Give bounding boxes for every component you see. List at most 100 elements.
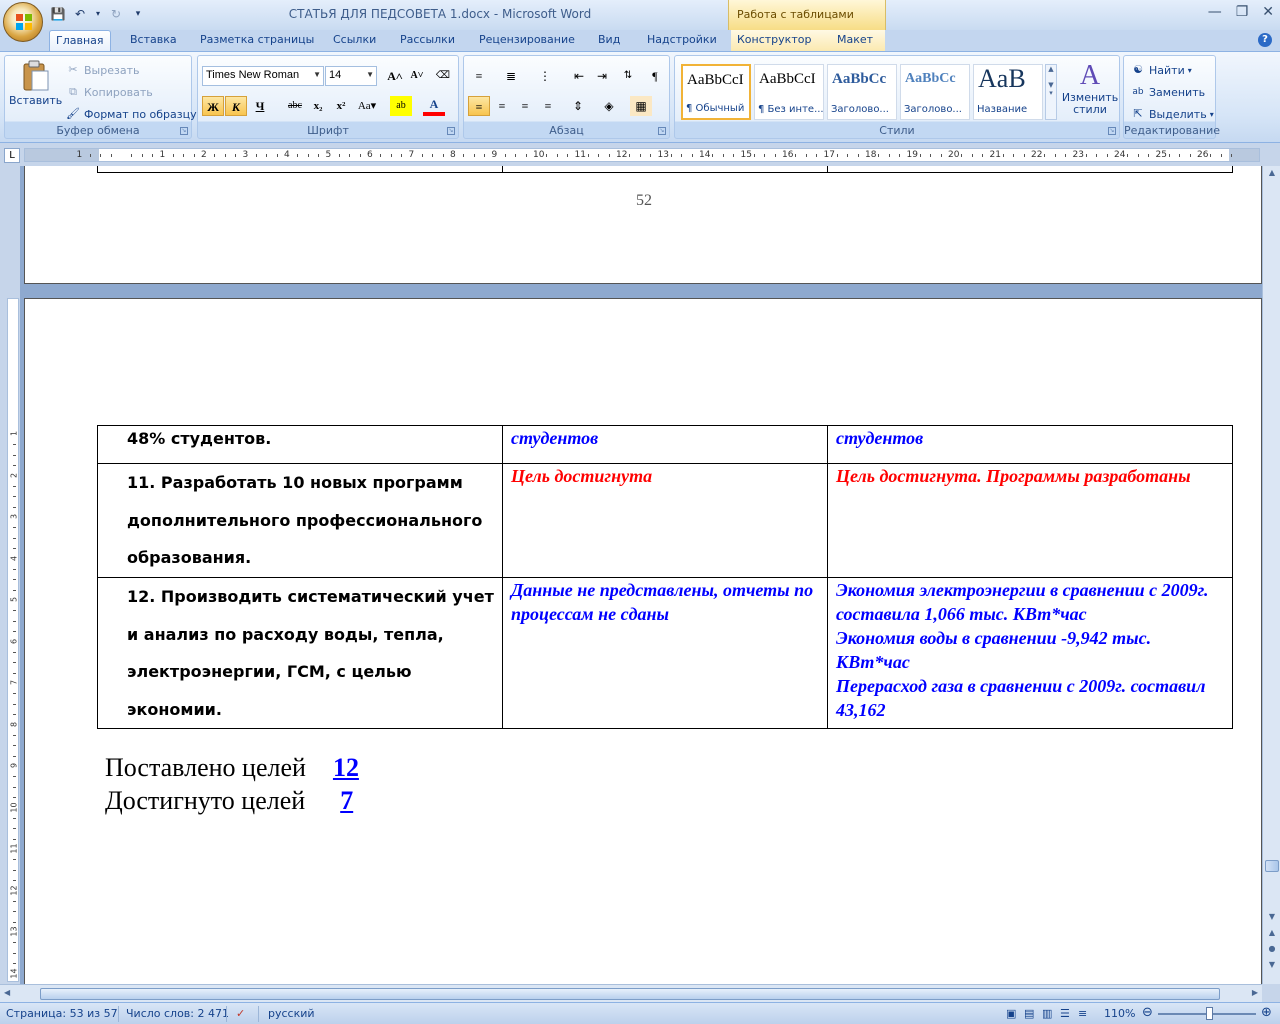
- line-spacing-button[interactable]: ⇕: [567, 96, 589, 116]
- multilevel-list-button[interactable]: ⋮: [534, 66, 556, 86]
- web-layout-icon[interactable]: ▥: [1042, 1007, 1052, 1020]
- tab-view[interactable]: Вид: [592, 30, 626, 51]
- document-area[interactable]: 52 48% студентов. студентов студентов 11…: [20, 166, 1262, 984]
- table-cell-status[interactable]: Данные не представлены, отчеты по процес…: [502, 577, 828, 729]
- strikethrough-button[interactable]: abc: [284, 96, 306, 116]
- change-case-button[interactable]: Aa▾: [356, 96, 378, 116]
- italic-button[interactable]: К: [225, 96, 247, 116]
- zoom-in-icon[interactable]: ⊕: [1261, 1005, 1272, 1020]
- sort-button[interactable]: ⇅: [617, 66, 639, 86]
- styles-launcher-icon[interactable]: ↘: [1108, 127, 1116, 135]
- align-right-button[interactable]: ≡: [514, 96, 536, 116]
- style-normal[interactable]: AaBbCcI ¶ Обычный: [681, 64, 751, 120]
- vertical-ruler-strip[interactable]: 1 2 3 4 5 6 7 8 9 10 11 12 13 14: [7, 298, 19, 1006]
- select-browse-object-icon[interactable]: ●: [1265, 944, 1279, 958]
- replace-button[interactable]: ab Заменить: [1130, 84, 1205, 100]
- vertical-ruler-tick: [13, 651, 16, 653]
- outline-icon[interactable]: ☰: [1060, 1007, 1070, 1020]
- grow-font-button[interactable]: A˄: [384, 66, 406, 86]
- scroll-up-icon[interactable]: ▲: [1265, 168, 1279, 182]
- table-cell-goal[interactable]: 12. Производить систематический учет и а…: [97, 577, 503, 729]
- scroll-right-icon[interactable]: ▶: [1252, 988, 1258, 997]
- show-marks-button[interactable]: ¶: [644, 66, 666, 86]
- style-heading-1[interactable]: AaBbCc Заголово...: [827, 64, 897, 120]
- justify-button[interactable]: ≡: [537, 96, 559, 116]
- zoom-level[interactable]: 110%: [1104, 1007, 1135, 1020]
- font-launcher-icon[interactable]: ↘: [447, 127, 455, 135]
- styles-scroll[interactable]: ▲ ▼ ▾: [1045, 64, 1057, 120]
- style-heading-2[interactable]: AaBbCc Заголово...: [900, 64, 970, 120]
- table-cell-result[interactable]: студентов: [827, 425, 1233, 464]
- tab-review[interactable]: Рецензирование: [473, 30, 581, 51]
- paste-button[interactable]: Вставить: [9, 60, 62, 107]
- bullets-button[interactable]: ≡: [468, 66, 490, 86]
- page-counter[interactable]: Страница: 53 из 57: [6, 1007, 118, 1020]
- zoom-slider-thumb[interactable]: [1206, 1007, 1213, 1020]
- tab-home[interactable]: Главная: [49, 30, 111, 51]
- tab-mailings[interactable]: Рассылки: [394, 30, 461, 51]
- vertical-scroll-thumb[interactable]: [1265, 860, 1279, 872]
- tab-page-layout[interactable]: Разметка страницы: [194, 30, 320, 51]
- change-styles-button[interactable]: A Изменить стили: [1061, 60, 1119, 116]
- tab-table-layout[interactable]: Макет: [819, 30, 885, 51]
- scroll-left-icon[interactable]: ◀: [4, 988, 10, 997]
- paragraph-launcher-icon[interactable]: ↘: [658, 127, 666, 135]
- tab-references[interactable]: Ссылки: [327, 30, 382, 51]
- language-indicator[interactable]: русский: [268, 1007, 315, 1020]
- shrink-font-button[interactable]: A˅: [406, 66, 428, 86]
- close-icon[interactable]: ✕: [1262, 4, 1274, 20]
- subscript-button[interactable]: x₂: [307, 96, 329, 116]
- underline-button[interactable]: Ч: [249, 96, 271, 116]
- help-icon[interactable]: ?: [1258, 33, 1272, 47]
- restore-icon[interactable]: ❐: [1236, 4, 1249, 20]
- format-painter-button[interactable]: 🖌 Формат по образцу: [65, 106, 197, 122]
- vertical-ruler-number: 3: [9, 513, 19, 520]
- full-screen-reading-icon[interactable]: ▤: [1024, 1007, 1034, 1020]
- table-cell-goal[interactable]: 11. Разработать 10 новых программ дополн…: [97, 463, 503, 578]
- copy-button[interactable]: ⧉ Копировать: [65, 84, 153, 100]
- decrease-indent-button[interactable]: ⇤: [568, 66, 590, 86]
- minimize-icon[interactable]: —: [1208, 4, 1222, 20]
- previous-page-icon[interactable]: ▲: [1265, 928, 1279, 942]
- increase-indent-button[interactable]: ⇥: [591, 66, 613, 86]
- next-page-icon[interactable]: ▼: [1265, 960, 1279, 974]
- office-button[interactable]: [3, 2, 43, 42]
- print-layout-icon[interactable]: ▣: [1006, 1007, 1016, 1020]
- zoom-out-icon[interactable]: ⊖: [1142, 1005, 1153, 1020]
- style-no-spacing[interactable]: AaBbCcI ¶ Без инте...: [754, 64, 824, 120]
- tab-table-design[interactable]: Конструктор: [731, 30, 819, 51]
- tab-addins[interactable]: Надстройки: [641, 30, 723, 51]
- table-cell-status[interactable]: студентов: [502, 425, 828, 464]
- draft-icon[interactable]: ≡: [1078, 1007, 1087, 1020]
- clear-formatting-button[interactable]: ⌫: [432, 66, 454, 86]
- numbering-button[interactable]: ≣: [500, 66, 522, 86]
- align-center-button[interactable]: ≡: [491, 96, 513, 116]
- font-name-combo[interactable]: Times New Roman ▼: [202, 66, 324, 86]
- tab-insert[interactable]: Вставка: [124, 30, 183, 51]
- ruler-strip[interactable]: 1 1 2 3 4 5 6 7 8 9 10 11 12 13 14 15 16 17 18 19 20 21 22 23 24…: [24, 148, 1260, 162]
- shading-button[interactable]: ◈: [598, 96, 620, 116]
- table-cell-status[interactable]: Цель достигнута: [502, 463, 828, 578]
- borders-button[interactable]: ▦: [630, 96, 652, 116]
- word-count[interactable]: Число слов: 2 471: [126, 1007, 229, 1020]
- spelling-check-icon[interactable]: ✓: [236, 1007, 245, 1020]
- table-cell-result[interactable]: Экономия электроэнергии в сравнении с 20…: [827, 577, 1233, 729]
- superscript-button[interactable]: x²: [330, 96, 352, 116]
- highlight-button[interactable]: ab: [390, 96, 412, 116]
- cut-button[interactable]: ✂ Вырезать: [65, 62, 139, 78]
- vertical-scrollbar[interactable]: ▲ ▼ ▲ ● ▼: [1262, 166, 1280, 984]
- font-color-button[interactable]: A: [423, 96, 445, 116]
- table-cell-result[interactable]: Цель достигнута. Программы разработаны: [827, 463, 1233, 578]
- select-button[interactable]: ⇱ Выделить ▾: [1130, 106, 1213, 122]
- find-button[interactable]: ☯ Найти ▾: [1130, 62, 1192, 78]
- font-size-combo[interactable]: 14 ▼: [325, 66, 377, 86]
- horizontal-scroll-thumb[interactable]: [40, 988, 1220, 1000]
- table-cell-goal[interactable]: 48% студентов.: [97, 425, 503, 464]
- style-title[interactable]: AaB Название: [973, 64, 1043, 120]
- clipboard-launcher-icon[interactable]: ↘: [180, 127, 188, 135]
- horizontal-scrollbar[interactable]: ◀ ▶: [0, 984, 1262, 1002]
- tab-selector-button[interactable]: L: [4, 148, 20, 163]
- scroll-down-icon[interactable]: ▼: [1265, 912, 1279, 926]
- bold-button[interactable]: Ж: [202, 96, 224, 116]
- align-left-button[interactable]: ≡: [468, 96, 490, 116]
